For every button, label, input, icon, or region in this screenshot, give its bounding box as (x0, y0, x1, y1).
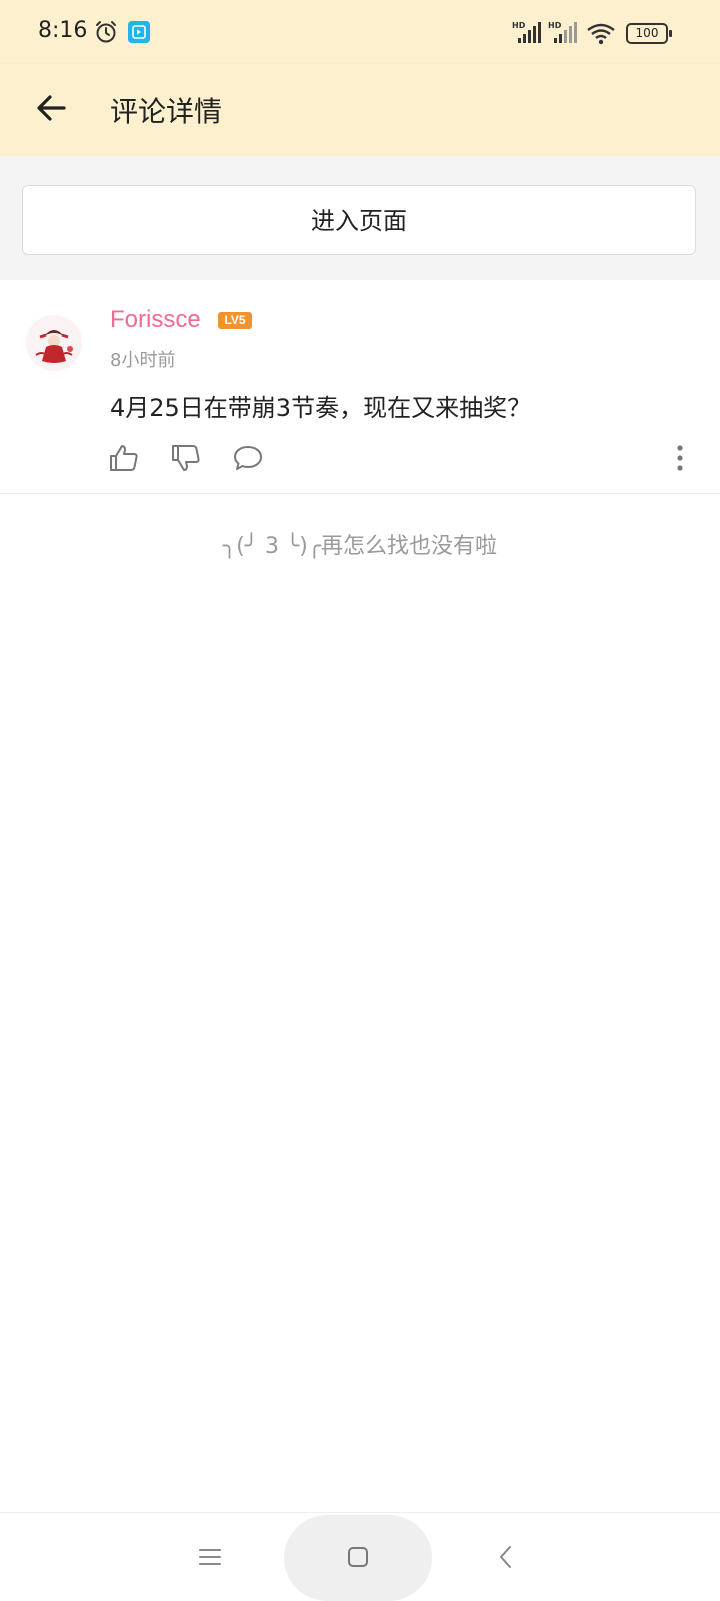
thumb-down-icon[interactable] (170, 442, 202, 474)
alarm-icon (96, 21, 116, 43)
svg-text:HD: HD (548, 21, 562, 30)
signal-hd-icon: HD (512, 21, 541, 43)
system-nav-bar (0, 1512, 720, 1601)
avatar[interactable] (26, 315, 82, 371)
wifi-icon (587, 23, 615, 45)
home-square-icon[interactable] (342, 1541, 374, 1573)
back-chevron-icon[interactable] (490, 1541, 522, 1573)
enter-page-area: 进入页面 (0, 156, 720, 280)
comment-item: Forissce LV5 8小时前 4月25日在带崩3节奏，现在又来抽奖？ (0, 280, 720, 494)
comment-time: 8小时前 (110, 350, 176, 371)
enter-page-button[interactable]: 进入页面 (22, 185, 696, 255)
thumb-up-icon[interactable] (108, 442, 140, 474)
username[interactable]: Forissce (110, 306, 201, 334)
arrow-left-icon[interactable] (28, 84, 76, 132)
page-title: 评论详情 (110, 95, 223, 128)
empty-state-message: ╮(╯ 3 ╰)╭再怎么找也没有啦 (222, 534, 498, 559)
status-time: 8:16 (38, 18, 88, 43)
level-badge: LV5 (218, 312, 252, 329)
app-bar: 评论详情 (0, 64, 720, 156)
svg-text:HD: HD (512, 21, 526, 30)
signal-hd-icon-2: HD (548, 21, 577, 43)
more-vertical-icon[interactable] (676, 444, 684, 472)
comment-text: 4月25日在带崩3节奏，现在又来抽奖？ (110, 394, 532, 422)
reply-bubble-icon[interactable] (232, 442, 264, 474)
menu-icon[interactable] (194, 1541, 226, 1573)
app-notification-icon (128, 21, 150, 43)
status-right-icons: HD HD 100 (512, 20, 672, 46)
status-bar: 8:16 HD HD 100 (0, 0, 720, 64)
battery-icon: 100 (626, 23, 672, 44)
